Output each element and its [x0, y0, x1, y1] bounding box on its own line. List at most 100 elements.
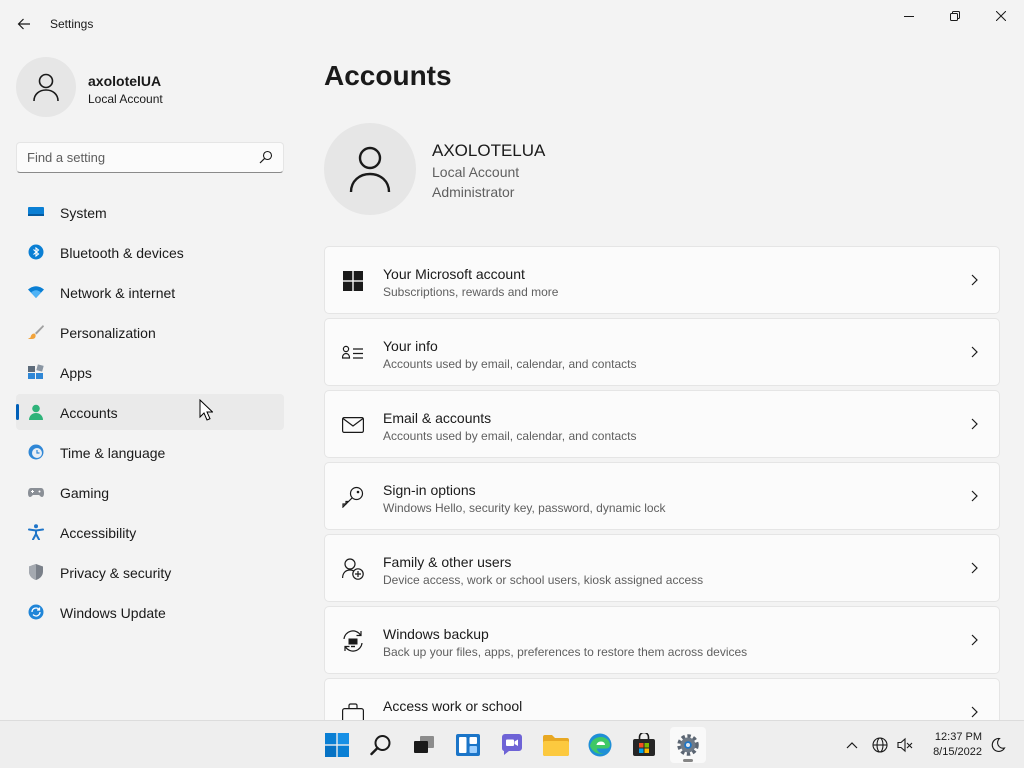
widgets-icon	[456, 734, 480, 756]
settings-list: Your Microsoft account Subscriptions, re…	[324, 246, 1000, 720]
sidebar-item-gaming[interactable]: Gaming	[16, 474, 284, 510]
restore-icon	[950, 11, 960, 21]
sidebar-item-accounts[interactable]: Accounts	[16, 394, 284, 430]
start-icon	[325, 733, 349, 757]
shield-icon	[28, 564, 44, 580]
update-icon	[28, 604, 44, 620]
search-input[interactable]	[17, 143, 253, 172]
volume-tray-button[interactable]	[895, 735, 915, 755]
card-subtitle: Back up your files, apps, preferences to…	[383, 645, 748, 659]
card-windows-backup[interactable]: Windows backup Back up your files, apps,…	[324, 606, 1000, 674]
avatar	[16, 57, 76, 117]
start-button[interactable]	[319, 727, 355, 763]
store-icon	[633, 733, 655, 756]
search-icon[interactable]	[259, 150, 273, 164]
widgets-button[interactable]	[450, 727, 486, 763]
card-title: Email & accounts	[383, 410, 492, 426]
card-access-work-school[interactable]: Access work or school	[324, 678, 1000, 720]
chevron-right-icon	[971, 706, 978, 718]
edge-button[interactable]	[582, 727, 618, 763]
app-title: Settings	[50, 17, 94, 31]
backup-icon	[342, 630, 364, 652]
sidebar-item-label: Gaming	[60, 485, 110, 501]
globe-clock-icon	[28, 444, 44, 460]
card-title: Windows backup	[383, 626, 489, 642]
close-button[interactable]	[978, 0, 1024, 32]
settings-icon	[677, 734, 699, 756]
sidebar-item-privacy-security[interactable]: Privacy & security	[16, 554, 284, 590]
back-button[interactable]	[10, 10, 38, 38]
network-tray-button[interactable]	[870, 735, 890, 755]
sidebar-item-label: Network & internet	[60, 285, 176, 301]
card-subtitle: Subscriptions, rewards and more	[383, 285, 559, 299]
settings-taskbar-button[interactable]	[670, 727, 706, 763]
search-box	[16, 142, 284, 173]
card-your-info[interactable]: Your info Accounts used by email, calend…	[324, 318, 1000, 386]
speaker-muted-icon	[897, 737, 913, 753]
person-card-icon	[342, 342, 364, 364]
apps-icon	[28, 364, 44, 380]
task-view-button[interactable]	[406, 727, 442, 763]
focus-assist-button[interactable]	[988, 735, 1008, 755]
search-icon	[370, 735, 391, 756]
show-hidden-icons-button[interactable]	[842, 735, 862, 755]
sidebar-item-time-language[interactable]: Time & language	[16, 434, 284, 470]
account-type: Local Account	[432, 164, 520, 180]
edge-icon	[588, 733, 612, 757]
sidebar-item-apps[interactable]: Apps	[16, 354, 284, 390]
taskbar-clock[interactable]: 12:37 PM 8/15/2022	[920, 730, 982, 760]
sidebar-item-system[interactable]: System	[16, 194, 284, 230]
account-name: AXOLOTELUA	[432, 141, 546, 160]
user-profile[interactable]: axolotelUA Local Account	[16, 57, 286, 117]
sidebar-item-label: Privacy & security	[60, 565, 172, 581]
sidebar-nav: System Bluetooth & devices Network & int…	[16, 194, 284, 634]
globe-icon	[872, 737, 888, 753]
person-icon	[28, 404, 44, 420]
clock-time: 12:37 PM	[934, 731, 982, 743]
card-title: Access work or school	[383, 698, 523, 714]
sidebar-item-label: Personalization	[60, 325, 156, 341]
title-bar: Settings	[0, 0, 1024, 48]
account-role: Administrator	[432, 184, 515, 200]
sidebar-item-personalization[interactable]: Personalization	[16, 314, 284, 350]
monitor-icon	[28, 204, 44, 220]
taskbar-search-button[interactable]	[363, 727, 399, 763]
card-family-other-users[interactable]: Family & other users Device access, work…	[324, 534, 1000, 602]
sidebar-item-accessibility[interactable]: Accessibility	[16, 514, 284, 550]
brush-icon	[28, 324, 44, 340]
sidebar-item-bluetooth[interactable]: Bluetooth & devices	[16, 234, 284, 270]
store-button[interactable]	[626, 727, 662, 763]
minimize-button[interactable]	[886, 0, 932, 32]
avatar[interactable]	[324, 123, 416, 215]
card-subtitle: Device access, work or school users, kio…	[383, 573, 704, 587]
sidebar-item-label: Time & language	[60, 445, 166, 461]
card-sign-in-options[interactable]: Sign-in options Windows Hello, security …	[324, 462, 1000, 530]
person-icon	[349, 146, 391, 193]
card-subtitle: Windows Hello, security key, password, d…	[383, 501, 666, 515]
page-title: Accounts	[324, 60, 452, 91]
gamepad-icon	[28, 484, 44, 500]
file-explorer-button[interactable]	[538, 727, 574, 763]
card-subtitle: Accounts used by email, calendar, and co…	[383, 357, 637, 371]
sidebar-item-windows-update[interactable]: Windows Update	[16, 594, 284, 630]
sidebar-item-label: System	[60, 205, 107, 221]
card-title: Your info	[383, 338, 438, 354]
sidebar-item-label: Apps	[60, 365, 92, 381]
chevron-right-icon	[971, 418, 978, 430]
profile-name: axolotelUA	[88, 73, 162, 89]
card-microsoft-account[interactable]: Your Microsoft account Subscriptions, re…	[324, 246, 1000, 314]
wifi-icon	[28, 284, 44, 300]
key-icon	[342, 486, 364, 508]
back-arrow-icon	[17, 18, 30, 30]
restore-button[interactable]	[932, 0, 978, 32]
chat-button[interactable]	[494, 727, 530, 763]
sidebar-item-label: Windows Update	[60, 605, 166, 621]
person-icon	[33, 73, 59, 102]
chat-icon	[501, 734, 522, 755]
card-email-accounts[interactable]: Email & accounts Accounts used by email,…	[324, 390, 1000, 458]
sidebar-item-network[interactable]: Network & internet	[16, 274, 284, 310]
card-title: Sign-in options	[383, 482, 476, 498]
sidebar-item-label: Accessibility	[60, 525, 137, 541]
sidebar-item-label: Bluetooth & devices	[60, 245, 184, 261]
clock-date: 8/15/2022	[933, 746, 982, 758]
